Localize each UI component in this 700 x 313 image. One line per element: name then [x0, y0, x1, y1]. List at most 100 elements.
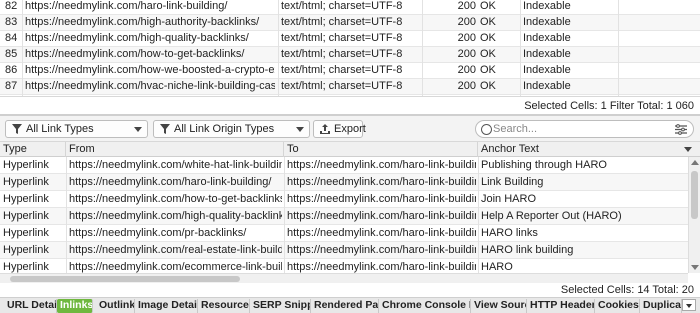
tab-view-source[interactable]: View Source	[471, 299, 527, 313]
export-label: Export	[334, 123, 366, 135]
cell-indexability: Indexable	[523, 48, 571, 60]
sort-down-icon[interactable]	[684, 147, 692, 152]
cell-to: https://needmylink.com/haro-link-buildin…	[287, 193, 476, 205]
tab-outlinks[interactable]: Outlinks	[96, 299, 135, 313]
cell-type: Hyperlink	[3, 176, 49, 188]
cell-to: https://needmylink.com/haro-link-buildin…	[287, 261, 476, 273]
table-row[interactable]: 85 https://needmylink.com/how-to-get-back…	[0, 47, 700, 63]
table-row[interactable]: Hyperlink https://needmylink.com/how-to-g…	[0, 191, 688, 208]
cell-status-code: 200	[457, 32, 476, 44]
chevron-down-icon	[296, 127, 304, 132]
search-placeholder: Search...	[493, 123, 538, 135]
cell-to: https://needmylink.com/haro-link-buildin…	[287, 210, 476, 222]
horizontal-scrollbar[interactable]	[0, 273, 688, 283]
column-divider	[422, 0, 423, 96]
cell-content-type: text/html; charset=UTF-8	[281, 32, 403, 44]
column-divider	[284, 157, 285, 273]
cell-to: https://needmylink.com/haro-link-buildin…	[287, 227, 476, 239]
tab-inlinks[interactable]: Inlinks	[57, 299, 93, 313]
tab-rendered-page[interactable]: Rendered Page	[311, 299, 379, 313]
cell-content-type: text/html; charset=UTF-8	[281, 0, 403, 12]
funnel-icon	[160, 124, 170, 134]
column-divider	[278, 0, 279, 96]
scroll-up-icon[interactable]	[691, 160, 699, 165]
cell-status-code: 200	[457, 80, 476, 92]
scrollbar-thumb[interactable]	[10, 276, 240, 282]
cell-type: Hyperlink	[3, 261, 49, 273]
tab-url-details[interactable]: URL Details	[4, 299, 57, 313]
table-row[interactable]: 83 https://needmylink.com/high-authority-…	[0, 15, 700, 31]
search-icon	[481, 124, 492, 135]
url-table[interactable]: 82 https://needmylink.com/haro-link-build…	[0, 0, 700, 96]
cell-from: https://needmylink.com/high-quality-back…	[69, 210, 282, 222]
cell-status: OK	[480, 16, 496, 28]
vertical-scrollbar[interactable]	[688, 157, 700, 273]
cell-url: https://needmylink.com/how-to-get-backli…	[25, 48, 245, 60]
cell-status-code: 200	[457, 48, 476, 60]
cell-from: https://needmylink.com/ecommerce-link-bu…	[69, 261, 282, 273]
tab-resources[interactable]: Resources	[198, 299, 250, 313]
cell-type: Hyperlink	[3, 210, 49, 222]
cell-anchor: HARO	[481, 261, 513, 273]
column-header-anchor-text[interactable]: Anchor Text	[478, 142, 700, 157]
export-button[interactable]: Export	[313, 120, 366, 138]
cell-from: https://needmylink.com/haro-link-buildin…	[69, 176, 272, 188]
cell-url: https://needmylink.com/hvac-niche-link-b…	[25, 80, 275, 92]
column-header-to[interactable]: To	[284, 142, 478, 157]
cell-num: 84	[5, 32, 18, 44]
tab-cookies[interactable]: Cookies	[595, 299, 640, 313]
scrollbar-thumb[interactable]	[691, 171, 698, 219]
filter-settings-icon[interactable]	[675, 124, 687, 135]
scroll-down-icon[interactable]	[691, 265, 699, 270]
table-row[interactable]: Hyperlink https://needmylink.com/real-est…	[0, 242, 688, 259]
cell-anchor: HARO links	[481, 227, 538, 239]
cell-num: 87	[5, 80, 18, 92]
table-row[interactable]: Hyperlink https://needmylink.com/ecommerc…	[0, 259, 688, 273]
cell-content-type: text/html; charset=UTF-8	[281, 80, 403, 92]
table-row[interactable]: Hyperlink https://needmylink.com/haro-lin…	[0, 174, 688, 191]
table-row[interactable]: 86 https://needmylink.com/how-we-boosted-…	[0, 63, 700, 79]
bottom-tab-bar: URL DetailsInlinksOutlinksImage DetailsR…	[0, 297, 700, 313]
cell-url: https://needmylink.com/how-we-boosted-a-…	[25, 64, 275, 76]
cell-num: 85	[5, 48, 18, 60]
cell-status: OK	[480, 80, 496, 92]
cell-anchor: Join HARO	[481, 193, 537, 205]
link-origin-dropdown[interactable]: All Link Origin Types	[153, 120, 310, 138]
cell-content-type: text/html; charset=UTF-8	[281, 16, 403, 28]
cell-content-type: text/html; charset=UTF-8	[281, 64, 403, 76]
column-divider	[520, 0, 521, 96]
column-header-from[interactable]: From	[66, 142, 284, 157]
column-divider	[66, 157, 67, 273]
cell-status-code: 200	[457, 16, 476, 28]
cell-url: https://needmylink.com/high-quality-back…	[25, 32, 249, 44]
tab-chrome-console-log[interactable]: Chrome Console Log	[379, 299, 471, 313]
cell-to: https://needmylink.com/haro-link-buildin…	[287, 159, 476, 171]
tab-image-details[interactable]: Image Details	[135, 299, 198, 313]
column-header-type[interactable]: Type	[0, 142, 66, 157]
table-row[interactable]: 87 https://needmylink.com/hvac-niche-link…	[0, 79, 700, 95]
cell-indexability: Indexable	[523, 80, 571, 92]
link-types-label: All Link Types	[26, 123, 94, 135]
link-types-dropdown[interactable]: All Link Types	[5, 120, 148, 138]
tab-duplicate[interactable]: Duplicate	[640, 299, 682, 313]
cell-anchor: Link Building	[481, 176, 544, 188]
cell-num: 86	[5, 64, 18, 76]
tab-serp-snippet[interactable]: SERP Snippet	[250, 299, 311, 313]
cell-indexability: Indexable	[523, 32, 571, 44]
cell-anchor: Help A Reporter Out (HARO)	[481, 210, 622, 222]
table-row[interactable]: Hyperlink https://needmylink.com/pr-backl…	[0, 225, 688, 242]
tab-overflow-dropdown[interactable]	[682, 299, 696, 311]
table-row[interactable]: Hyperlink https://needmylink.com/white-ha…	[0, 157, 688, 174]
cell-to: https://needmylink.com/haro-link-buildin…	[287, 244, 476, 256]
cell-num: 82	[5, 0, 18, 12]
table-row[interactable]: 82 https://needmylink.com/haro-link-build…	[0, 0, 700, 15]
inlinks-table[interactable]: Hyperlink https://needmylink.com/white-ha…	[0, 157, 688, 273]
cell-status: OK	[480, 48, 496, 60]
cell-type: Hyperlink	[3, 244, 49, 256]
search-input[interactable]: Search...	[475, 120, 694, 138]
cell-to: https://needmylink.com/haro-link-buildin…	[287, 176, 476, 188]
tab-http-headers[interactable]: HTTP Headers	[527, 299, 595, 313]
cell-type: Hyperlink	[3, 159, 49, 171]
table-row[interactable]: 84 https://needmylink.com/high-quality-ba…	[0, 31, 700, 47]
table-row[interactable]: Hyperlink https://needmylink.com/high-qua…	[0, 208, 688, 225]
